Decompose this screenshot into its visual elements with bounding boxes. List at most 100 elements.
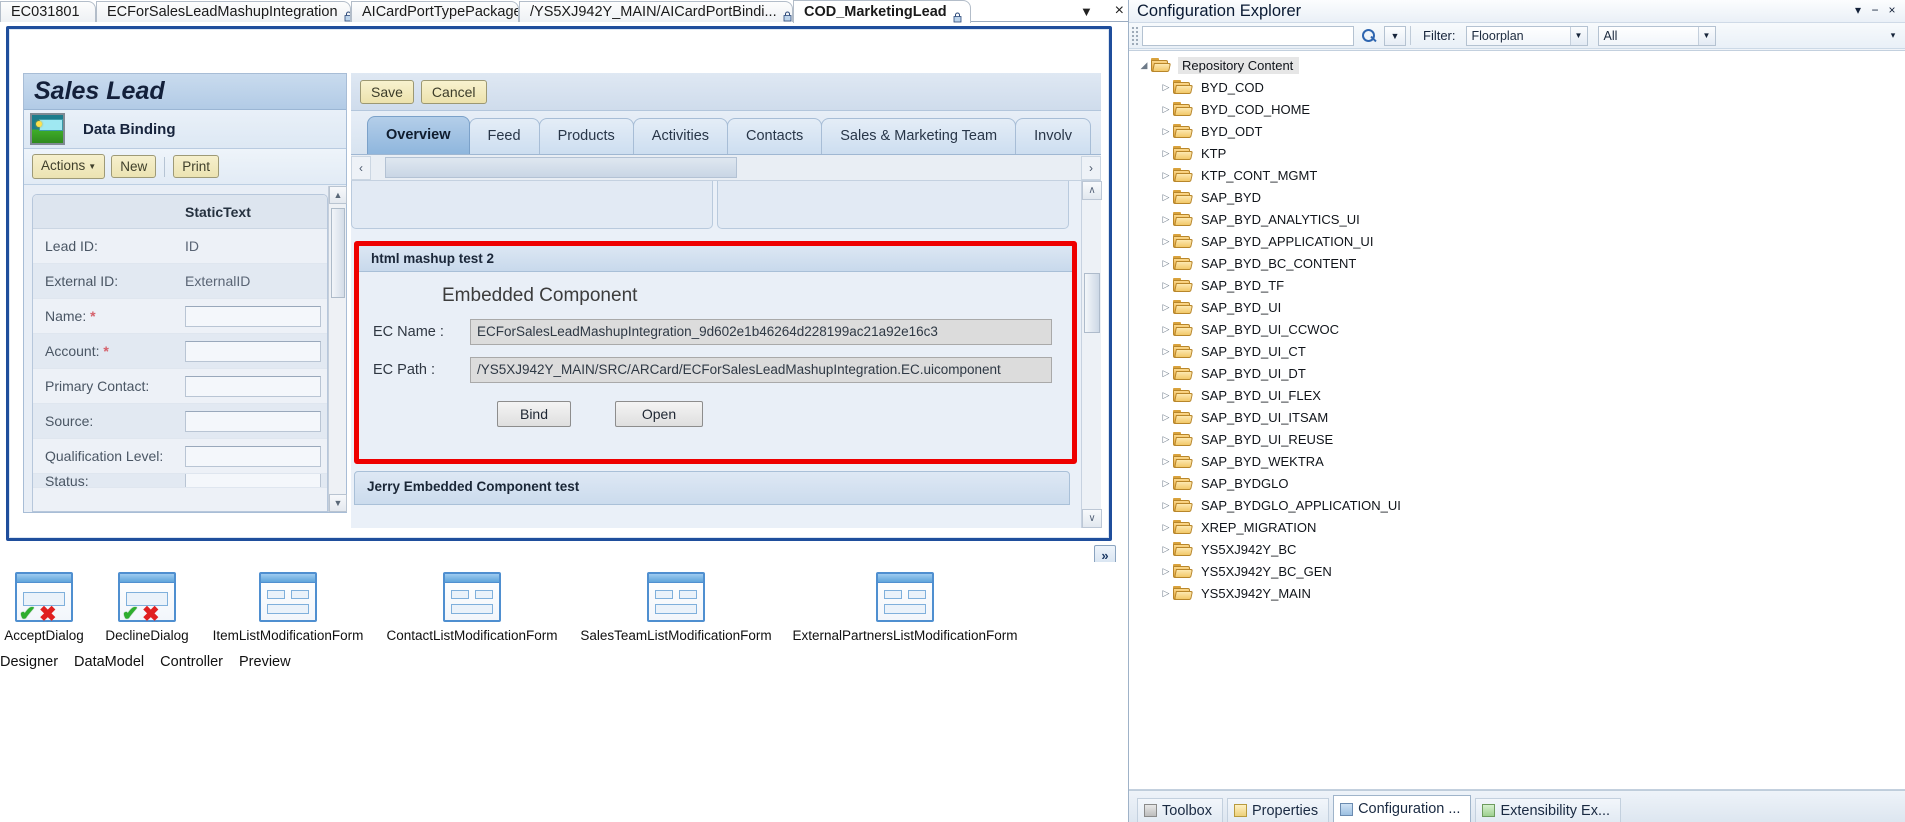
scroll-up-icon[interactable]: ▲ (329, 186, 347, 204)
tree-node-sap-byd-ui-dt[interactable]: ▷ SAP_BYD_UI_DT (1129, 362, 1905, 384)
tab-pager[interactable]: ‹ › (351, 155, 1101, 181)
shelf-item-sales-team-list-modification-form[interactable]: SalesTeamListModificationForm (574, 572, 778, 643)
search-input-wrapper[interactable] (1142, 25, 1354, 46)
shelf-item-accept-dialog[interactable]: ✔ ✖ AcceptDialog (0, 572, 88, 643)
collapsed-twisty-icon[interactable]: ▷ (1159, 412, 1173, 423)
tree-node-xrep-migration[interactable]: ▷ XREP_MIGRATION (1129, 516, 1905, 538)
tree-node-sap-byd-ui-reuse[interactable]: ▷ SAP_BYD_UI_REUSE (1129, 428, 1905, 450)
dock-tab-properties[interactable]: Properties (1226, 798, 1330, 822)
save-button[interactable]: Save (360, 79, 414, 104)
pager-thumb[interactable] (385, 156, 737, 178)
pager-track[interactable] (371, 155, 1081, 180)
scrollbar-thumb[interactable] (1084, 273, 1100, 333)
search-input[interactable] (1143, 26, 1353, 45)
collapsed-twisty-icon[interactable]: ▷ (1159, 434, 1173, 445)
tree-node-sap-byd-tf[interactable]: ▷ SAP_BYD_TF (1129, 274, 1905, 296)
scroll-down-icon[interactable]: ∨ (1082, 509, 1102, 528)
chevron-down-icon[interactable]: ▼ (1569, 26, 1587, 45)
tab-list-dropdown-icon[interactable]: ▼ (1080, 4, 1093, 19)
print-button[interactable]: Print (173, 155, 219, 178)
dock-tab-extensibility[interactable]: Extensibility Ex... (1475, 798, 1622, 822)
tree-node-ktp[interactable]: ▷ KTP (1129, 142, 1905, 164)
toolbar-grip[interactable] (1131, 25, 1138, 46)
editor-tab-3[interactable]: /YS5XJ942Y_MAIN/AICardPortBindi... (519, 1, 793, 22)
collapsed-twisty-icon[interactable]: ▷ (1159, 522, 1173, 533)
collapsed-twisty-icon[interactable]: ▷ (1159, 126, 1173, 137)
tree-node-sap-byd-ui-ct[interactable]: ▷ SAP_BYD_UI_CT (1129, 340, 1905, 362)
actions-button[interactable]: Actions ▼ (32, 154, 106, 179)
minimize-icon[interactable]: − (1868, 3, 1882, 19)
content-vertical-scrollbar[interactable]: ∧ ∨ (1081, 181, 1102, 528)
repository-tree[interactable]: ◢ Repository Content ▷ BYD_COD ▷ BYD_COD… (1129, 50, 1905, 790)
editor-tab-0[interactable]: EC031801 (0, 1, 96, 22)
collapsed-twisty-icon[interactable]: ▷ (1159, 170, 1173, 181)
collapsed-twisty-icon[interactable]: ▷ (1159, 104, 1173, 115)
bind-button[interactable]: Bind (497, 401, 571, 427)
tree-node-sap-byd-bc-content[interactable]: ▷ SAP_BYD_BC_CONTENT (1129, 252, 1905, 274)
collapsed-twisty-icon[interactable]: ▷ (1159, 390, 1173, 401)
tab-sales-marketing-team[interactable]: Sales & Marketing Team (821, 118, 1017, 154)
tree-node-sap-byd-wektra[interactable]: ▷ SAP_BYD_WEKTRA (1129, 450, 1905, 472)
collapsed-twisty-icon[interactable]: ▷ (1159, 324, 1173, 335)
pager-right-icon[interactable]: › (1081, 155, 1101, 180)
ec-name-field[interactable]: ECForSalesLeadMashupIntegration_9d602e1b… (470, 319, 1052, 345)
scrollbar-thumb[interactable] (331, 208, 345, 298)
tab-designer[interactable]: Designer (0, 652, 66, 672)
tree-node-ys5xj942y-bc-gen[interactable]: ▷ YS5XJ942Y_BC_GEN (1129, 560, 1905, 582)
tree-node-repository-content[interactable]: ◢ Repository Content (1129, 54, 1905, 76)
pin-icon[interactable]: ▾ (1851, 3, 1865, 19)
shelf-item-contact-list-modification-form[interactable]: ContactListModificationForm (374, 572, 570, 643)
collapsed-twisty-icon[interactable]: ▷ (1159, 456, 1173, 467)
scroll-down-icon[interactable]: ▼ (329, 494, 347, 512)
tab-preview[interactable]: Preview (231, 652, 299, 672)
editor-tab-1[interactable]: ECForSalesLeadMashupIntegration (96, 1, 351, 22)
name-input[interactable] (185, 305, 321, 327)
tree-node-byd-cod-home[interactable]: ▷ BYD_COD_HOME (1129, 98, 1905, 120)
collapsed-twisty-icon[interactable]: ▷ (1159, 588, 1173, 599)
collapsed-twisty-icon[interactable]: ▷ (1159, 346, 1173, 357)
pager-left-icon[interactable]: ‹ (351, 155, 371, 180)
cancel-button[interactable]: Cancel (420, 79, 487, 104)
search-options-dropdown-icon[interactable]: ▼ (1384, 25, 1406, 46)
source-input[interactable] (185, 410, 321, 432)
collapsed-twisty-icon[interactable]: ▷ (1159, 500, 1173, 511)
collapsed-twisty-icon[interactable]: ▷ (1159, 478, 1173, 489)
tab-close-icon[interactable]: × (1115, 2, 1124, 20)
tree-node-sap-byd[interactable]: ▷ SAP_BYD (1129, 186, 1905, 208)
collapsed-twisty-icon[interactable]: ▷ (1159, 280, 1173, 291)
account-input[interactable] (185, 340, 321, 362)
tab-involved-parties[interactable]: Involv (1015, 118, 1092, 154)
tab-contacts[interactable]: Contacts (727, 118, 823, 154)
tree-node-sap-byd-ui[interactable]: ▷ SAP_BYD_UI (1129, 296, 1905, 318)
dock-tab-configuration[interactable]: Configuration ... (1333, 795, 1472, 822)
qualification-level-input[interactable] (185, 445, 321, 467)
status-input[interactable] (185, 474, 321, 487)
tab-activities[interactable]: Activities (632, 118, 729, 154)
tree-node-sap-bydglo[interactable]: ▷ SAP_BYDGLO (1129, 472, 1905, 494)
filter-select[interactable]: Floorplan ▼ (1465, 25, 1588, 46)
tree-node-sap-byd-ui-flex[interactable]: ▷ SAP_BYD_UI_FLEX (1129, 384, 1905, 406)
primary-contact-input[interactable] (185, 375, 321, 397)
tree-node-ktp-cont-mgmt[interactable]: ▷ KTP_CONT_MGMT (1129, 164, 1905, 186)
search-icon[interactable] (1358, 26, 1380, 46)
collapsed-twisty-icon[interactable]: ▷ (1159, 566, 1173, 577)
toolbar-overflow-icon[interactable]: ▾ (1885, 26, 1901, 46)
collapsed-twisty-icon[interactable]: ▷ (1159, 214, 1173, 225)
shelf-item-external-partners-list-modification-form[interactable]: ExternalPartnersListModificationForm (782, 572, 1028, 643)
tree-node-byd-odt[interactable]: ▷ BYD_ODT (1129, 120, 1905, 142)
collapsed-twisty-icon[interactable]: ▷ (1159, 368, 1173, 379)
collapsed-twisty-icon[interactable]: ▷ (1159, 302, 1173, 313)
tab-feed[interactable]: Feed (468, 118, 540, 154)
form-vertical-scrollbar[interactable]: ▲ ▼ (328, 186, 347, 512)
tree-node-byd-cod[interactable]: ▷ BYD_COD (1129, 76, 1905, 98)
open-button[interactable]: Open (615, 401, 703, 427)
collapsed-twisty-icon[interactable]: ▷ (1159, 544, 1173, 555)
tree-node-sap-byd-analytics-ui[interactable]: ▷ SAP_BYD_ANALYTICS_UI (1129, 208, 1905, 230)
chevron-down-icon[interactable]: ▼ (1697, 26, 1715, 45)
shelf-item-decline-dialog[interactable]: ✔ ✖ DeclineDialog (88, 572, 206, 643)
tab-overview[interactable]: Overview (367, 116, 470, 154)
editor-tab-4[interactable]: COD_MarketingLead (793, 0, 971, 23)
collapsed-twisty-icon[interactable]: ▷ (1159, 236, 1173, 247)
tree-node-sap-bydglo-application-ui[interactable]: ▷ SAP_BYDGLO_APPLICATION_UI (1129, 494, 1905, 516)
tree-node-sap-byd-application-ui[interactable]: ▷ SAP_BYD_APPLICATION_UI (1129, 230, 1905, 252)
